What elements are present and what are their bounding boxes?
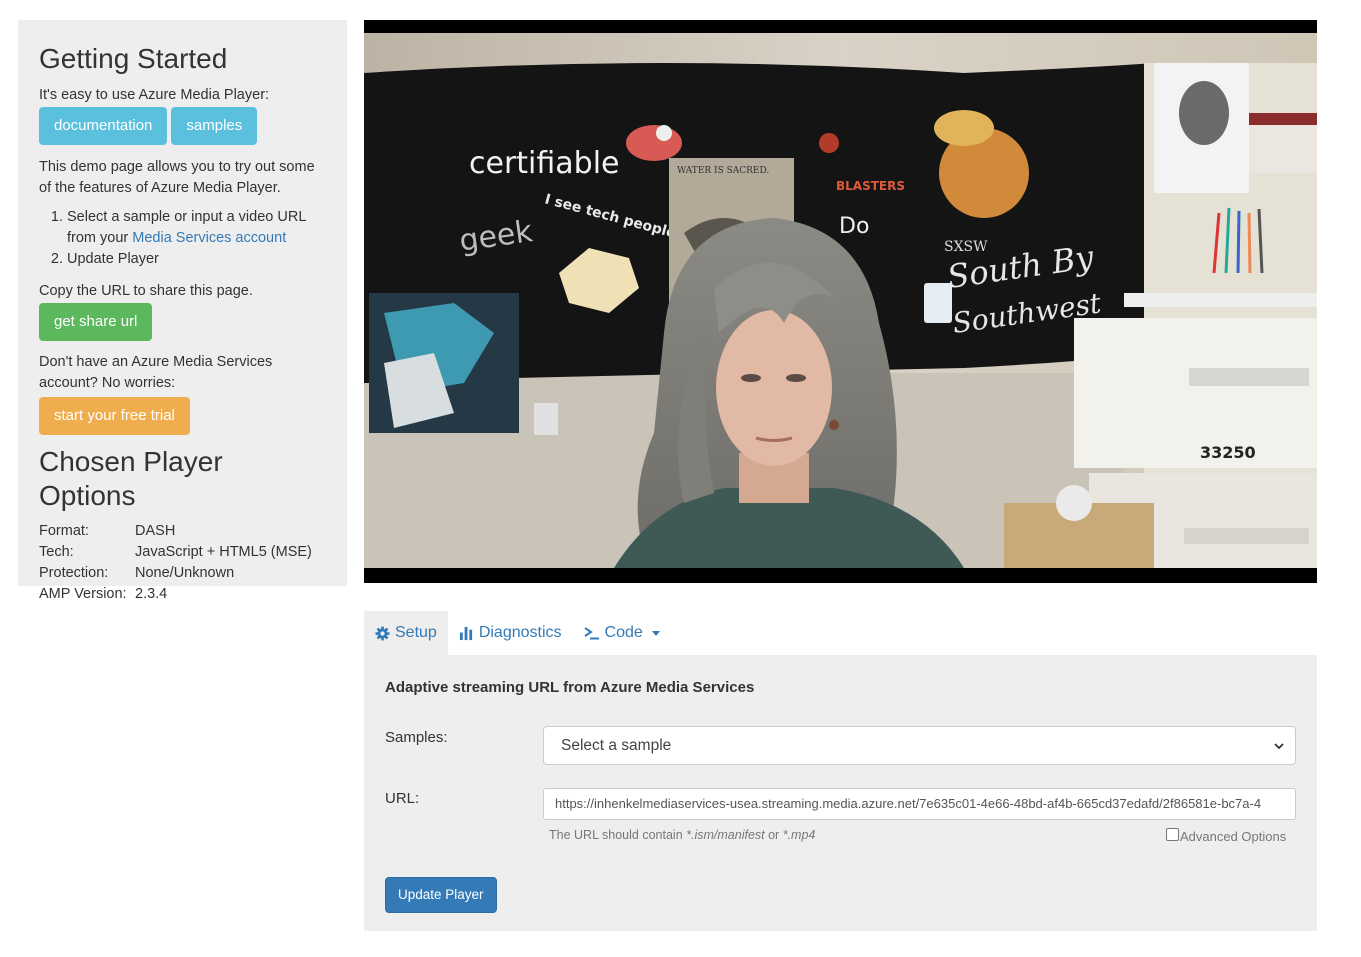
- get-share-url-button[interactable]: get share url: [39, 303, 153, 341]
- player-tabs: Setup Diagnostics Code: [364, 611, 671, 655]
- steps-list: Select a sample or input a video URL fro…: [39, 207, 326, 270]
- url-label: URL:: [385, 790, 420, 807]
- tab-setup[interactable]: Setup: [364, 611, 448, 655]
- option-key: Format:: [39, 523, 89, 539]
- video-still-image: certifiable geek I see tech people. WATE…: [364, 33, 1317, 568]
- step-select-sample: Select a sample or input a video URL fro…: [67, 207, 326, 249]
- advanced-options-checkbox[interactable]: [1166, 828, 1179, 841]
- option-value: None/Unknown: [135, 565, 235, 581]
- help-ism: *.ism/manifest: [686, 828, 765, 842]
- tab-setup-label: Setup: [395, 624, 437, 641]
- url-help-text: The URL should contain *.ism/manifest or…: [549, 828, 815, 842]
- no-account-text: Don't have an Azure Media Services accou…: [39, 354, 273, 391]
- sticker-blasters: BLASTERS: [836, 179, 905, 193]
- tab-diagnostics[interactable]: Diagnostics: [448, 611, 573, 655]
- setup-panel: Adaptive streaming URL from Azure Media …: [364, 655, 1317, 931]
- option-row: Protection: None/Unknown: [39, 563, 312, 584]
- help-or: or: [764, 828, 783, 842]
- help-prefix: The URL should contain: [549, 828, 687, 842]
- bar-chart-icon: [459, 626, 472, 640]
- poster-water-is-sacred: WATER IS SACRED.: [677, 166, 769, 176]
- video-frame[interactable]: certifiable geek I see tech people. WATE…: [364, 33, 1317, 568]
- help-mp4: *.mp4: [782, 828, 816, 842]
- option-key: Protection:: [39, 565, 109, 581]
- tab-diagnostics-label: Diagnostics: [478, 624, 562, 641]
- copy-url-text: Copy the URL to share this page.: [39, 283, 253, 299]
- getting-started-sidebar: Getting Started It's easy to use Azure M…: [18, 20, 347, 602]
- documentation-button[interactable]: documentation: [39, 107, 168, 145]
- tab-code[interactable]: Code: [573, 611, 671, 655]
- media-services-account-link[interactable]: Media Services account: [132, 230, 286, 246]
- option-row: Format: DASH: [39, 521, 312, 542]
- update-player-button[interactable]: Update Player: [385, 877, 497, 913]
- chevron-down-icon: [1274, 743, 1284, 750]
- option-value: 2.3.4: [135, 586, 168, 602]
- option-value: DASH: [135, 523, 176, 539]
- option-value: JavaScript + HTML5 (MSE): [135, 544, 312, 560]
- samples-select[interactable]: Select a sample: [543, 726, 1296, 765]
- start-free-trial-button[interactable]: start your free trial: [39, 397, 190, 435]
- terminal-icon: [583, 626, 599, 639]
- video-player[interactable]: certifiable geek I see tech people. WATE…: [364, 20, 1317, 583]
- samples-label: Samples:: [385, 729, 448, 746]
- gear-icon: [375, 625, 390, 641]
- option-row: Tech: JavaScript + HTML5 (MSE): [39, 542, 312, 563]
- player-options-table: Format: DASH Tech: JavaScript + HTML5 (MSE…: [39, 521, 312, 605]
- demo-text: This demo page allows you to try out som…: [39, 159, 315, 196]
- box-number-label: 33250: [1200, 443, 1256, 462]
- tab-code-label: Code: [604, 624, 643, 641]
- caret-down-icon: [651, 630, 660, 636]
- option-key: AMP Version:: [39, 586, 127, 602]
- svg-text:Do: Do: [839, 214, 869, 239]
- panel-title: Adaptive streaming URL from Azure Media …: [385, 679, 755, 696]
- step-update-player: Update Player: [67, 249, 326, 270]
- advanced-options-label: Advanced Options: [1180, 829, 1287, 844]
- getting-started-title: Getting Started: [39, 43, 228, 74]
- sticker-certifiable: certifiable: [469, 146, 620, 181]
- option-row: AMP Version: 2.3.4: [39, 584, 312, 605]
- url-input[interactable]: https://inhenkelmediaservices-usea.strea…: [543, 788, 1296, 820]
- chosen-player-options-title: Chosen Player Options: [39, 446, 223, 511]
- option-key: Tech:: [39, 544, 74, 560]
- samples-select-value: Select a sample: [561, 737, 672, 754]
- advanced-options-toggle[interactable]: Advanced Options: [1166, 828, 1287, 844]
- samples-button[interactable]: samples: [171, 107, 258, 145]
- intro-text: It's easy to use Azure Media Player:: [39, 87, 270, 103]
